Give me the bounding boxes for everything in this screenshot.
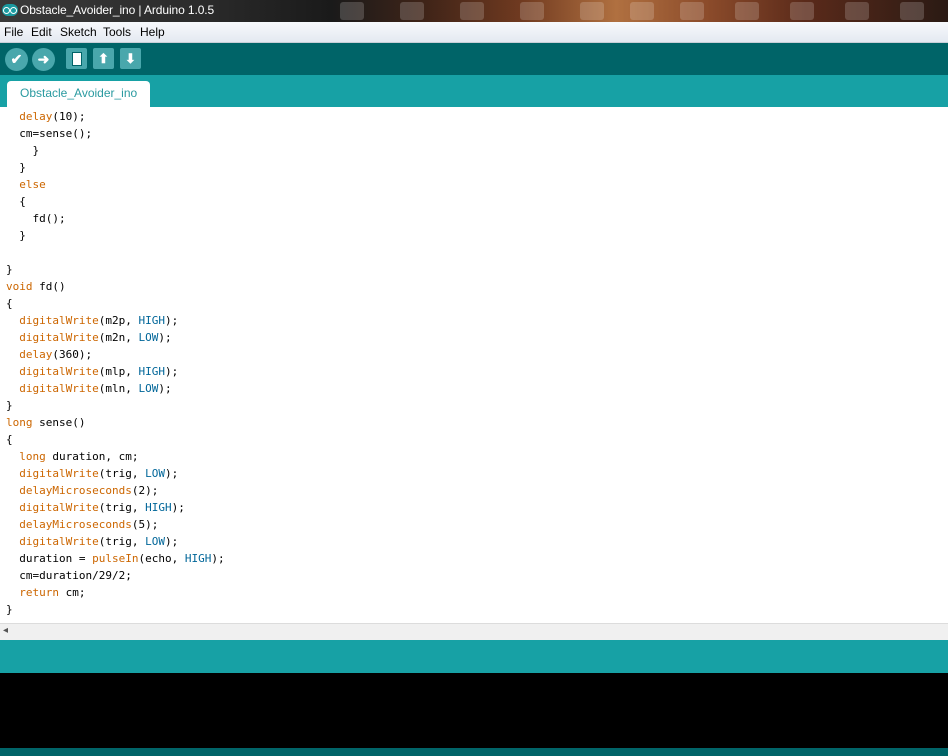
- code-line: digitalWrite(mlp, HIGH);: [19, 365, 179, 378]
- taskbar-ghost-icon: [900, 2, 924, 20]
- scroll-left-icon[interactable]: ◂: [3, 625, 8, 636]
- code-line: delayMicroseconds(2);: [19, 484, 159, 497]
- taskbar-ghost-icon: [340, 2, 364, 20]
- window-title: Obstacle_Avoider_ino | Arduino 1.0.5: [20, 3, 215, 17]
- open-button[interactable]: ⬆: [93, 48, 114, 69]
- menu-edit[interactable]: Edit: [31, 25, 52, 39]
- menu-sketch[interactable]: Sketch: [60, 25, 97, 39]
- save-button[interactable]: ⬇: [120, 48, 141, 69]
- code-line: digitalWrite(mln, LOW);: [19, 382, 172, 395]
- menu-tools[interactable]: Tools: [103, 25, 131, 39]
- toolbar: ✔ ➜ ⬆ ⬇: [0, 43, 948, 75]
- code-line: {: [6, 433, 13, 446]
- checkmark-icon: ✔: [10, 51, 23, 67]
- menu-file[interactable]: File: [4, 25, 23, 39]
- code-line: digitalWrite(m2n, LOW);: [19, 331, 172, 344]
- code-line: }: [6, 229, 26, 242]
- code-line: void fd(): [6, 280, 66, 293]
- code-line: }: [6, 161, 26, 174]
- code-line: return cm;: [19, 586, 86, 599]
- taskbar-ghost-icon: [630, 2, 654, 20]
- taskbar-ghost-icon: [580, 2, 604, 20]
- code-line: else: [19, 178, 46, 191]
- code-line: delayMicroseconds(5);: [19, 518, 159, 531]
- arrow-right-icon: ➜: [37, 51, 50, 67]
- verify-button[interactable]: ✔: [5, 48, 28, 71]
- code-line: }: [6, 399, 13, 412]
- taskbar-ghost-icon: [460, 2, 484, 20]
- code-line: long sense(): [6, 416, 86, 429]
- code-line: }: [6, 144, 40, 157]
- arduino-logo-icon: [2, 4, 18, 16]
- tab-obstacle-avoider[interactable]: Obstacle_Avoider_ino: [7, 81, 151, 107]
- arrow-down-icon: ⬇: [125, 51, 136, 66]
- taskbar-ghost-icon: [845, 2, 869, 20]
- code-line: digitalWrite(m2p, HIGH);: [19, 314, 179, 327]
- tab-bar: Obstacle_Avoider_ino: [0, 75, 948, 107]
- code-text: delay(10); cm=sense(); } } else { fd(); …: [6, 108, 225, 618]
- code-line: cm=sense();: [19, 127, 93, 140]
- taskbar-ghost-icon: [735, 2, 759, 20]
- menu-help[interactable]: Help: [140, 25, 165, 39]
- new-button[interactable]: [66, 48, 87, 69]
- bottom-strip: [0, 748, 948, 756]
- horizontal-scrollbar[interactable]: ◂: [0, 623, 948, 640]
- taskbar-ghost-icon: [790, 2, 814, 20]
- taskbar-ghost-icon: [400, 2, 424, 20]
- code-line: duration = pulseIn(echo, HIGH);: [19, 552, 225, 565]
- code-line: fd();: [32, 212, 66, 225]
- code-line: delay(360);: [19, 348, 93, 361]
- code-line: long duration, cm;: [19, 450, 139, 463]
- code-line: {: [6, 195, 26, 208]
- status-bar: [0, 640, 948, 673]
- code-line: delay(10);: [19, 110, 86, 123]
- code-line: {: [6, 297, 13, 310]
- code-line: }: [6, 263, 13, 276]
- taskbar-ghost-icon: [520, 2, 544, 20]
- code-editor[interactable]: delay(10); cm=sense(); } } else { fd(); …: [0, 107, 948, 623]
- upload-button[interactable]: ➜: [32, 48, 55, 71]
- title-bar: Obstacle_Avoider_ino | Arduino 1.0.5: [0, 0, 948, 22]
- taskbar-ghost-icon: [680, 2, 704, 20]
- code-line: digitalWrite(trig, HIGH);: [19, 501, 185, 514]
- arrow-up-icon: ⬆: [98, 51, 109, 66]
- console-output[interactable]: [0, 673, 948, 748]
- code-line: digitalWrite(trig, LOW);: [19, 535, 179, 548]
- menu-bar: File Edit Sketch Tools Help: [0, 22, 948, 43]
- code-line: digitalWrite(trig, LOW);: [19, 467, 179, 480]
- code-line: cm=duration/29/2;: [19, 569, 132, 582]
- code-line: }: [6, 603, 13, 616]
